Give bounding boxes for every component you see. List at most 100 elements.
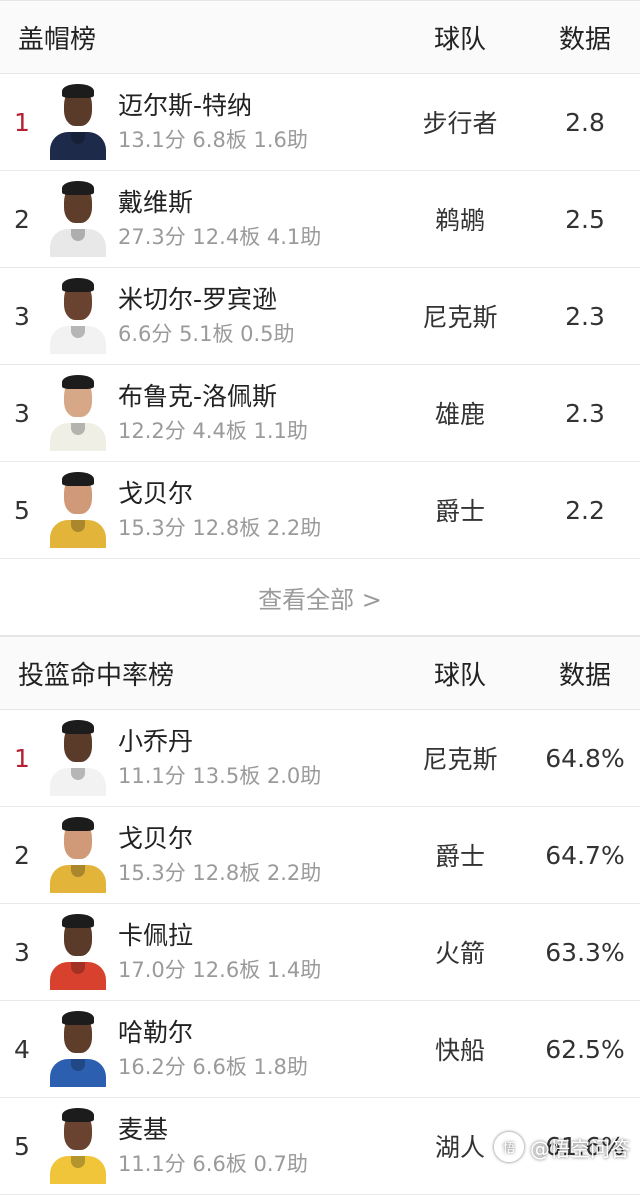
player-team: 尼克斯 (390, 740, 530, 776)
jersey-shape (50, 132, 106, 160)
player-team: 鹈鹕 (390, 201, 530, 237)
hair-shape (62, 914, 94, 928)
player-stat-value: 2.5 (530, 205, 640, 234)
player-team: 快船 (390, 1031, 530, 1067)
hair-shape (62, 1011, 94, 1025)
player-info: 卡佩拉17.0分 12.6板 1.4助 (118, 918, 390, 986)
hair-shape (62, 472, 94, 486)
player-stat-value: 2.3 (530, 302, 640, 331)
player-stat-value: 2.8 (530, 108, 640, 137)
player-row[interactable]: 4哈勒尔16.2分 6.6板 1.8助快船62.5% (0, 1001, 640, 1098)
fg-list: 1 小乔丹11.1分 13.5板 2.0助尼克斯64.8% 2 戈贝尔15.3分 12… (0, 710, 640, 1195)
player-statline: 15.3分 12.8板 2.2助 (118, 857, 390, 889)
stat-column-header: 数据 (530, 655, 640, 692)
player-statline: 12.2分 4.4板 1.1助 (118, 415, 390, 447)
hair-shape (62, 375, 94, 389)
player-stat-value: 2.3 (530, 399, 640, 428)
jersey-shape (50, 865, 106, 893)
player-info: 米切尔-罗宾逊6.6分 5.1板 0.5助 (118, 282, 390, 350)
jersey-shape (50, 423, 106, 451)
player-name: 布鲁克-洛佩斯 (118, 379, 390, 415)
player-name: 麦基 (118, 1112, 390, 1148)
jersey-shape (50, 1156, 106, 1184)
player-info: 小乔丹11.1分 13.5板 2.0助 (118, 724, 390, 792)
jersey-shape (50, 1059, 106, 1087)
player-team: 爵士 (390, 837, 530, 873)
watermark-text: @悟空问答 (530, 1133, 630, 1162)
rank-number: 3 (0, 399, 50, 428)
player-row[interactable]: 1 小乔丹11.1分 13.5板 2.0助尼克斯64.8% (0, 710, 640, 807)
hair-shape (62, 720, 94, 734)
hair-shape (62, 84, 94, 98)
player-avatar (50, 375, 106, 451)
player-info: 戈贝尔15.3分 12.8板 2.2助 (118, 476, 390, 544)
player-row[interactable]: 3 布鲁克-洛佩斯12.2分 4.4板 1.1助雄鹿2.3 (0, 365, 640, 462)
player-stat-value: 64.8% (530, 744, 640, 773)
player-row[interactable]: 5戈贝尔15.3分 12.8板 2.2助爵士2.2 (0, 462, 640, 559)
player-avatar (50, 817, 106, 893)
fg-title: 投篮命中率榜 (18, 655, 390, 692)
player-name: 戴维斯 (118, 185, 390, 221)
player-statline: 16.2分 6.6板 1.8助 (118, 1051, 390, 1083)
jersey-shape (50, 768, 106, 796)
player-row[interactable]: 2 戴维斯27.3分 12.4板 4.1助鹈鹕2.5 (0, 171, 640, 268)
team-column-header: 球队 (390, 19, 530, 56)
jersey-shape (50, 229, 106, 257)
player-row[interactable]: 3卡佩拉17.0分 12.6板 1.4助火箭63.3% (0, 904, 640, 1001)
player-stat-value: 64.7% (530, 841, 640, 870)
rank-number: 1 (0, 744, 50, 773)
rank-number: 2 (0, 841, 50, 870)
wukong-logo-icon: 悟 (494, 1132, 524, 1162)
watermark: 悟 @悟空问答 (494, 1132, 630, 1162)
stat-column-header: 数据 (530, 19, 640, 56)
player-statline: 11.1分 6.6板 0.7助 (118, 1148, 390, 1180)
player-team: 爵士 (390, 492, 530, 528)
player-avatar (50, 84, 106, 160)
player-statline: 6.6分 5.1板 0.5助 (118, 318, 390, 350)
player-name: 戈贝尔 (118, 821, 390, 857)
team-column-header: 球队 (390, 655, 530, 692)
player-row[interactable]: 2 戈贝尔15.3分 12.8板 2.2助爵士64.7% (0, 807, 640, 904)
player-statline: 15.3分 12.8板 2.2助 (118, 512, 390, 544)
fg-header: 投篮命中率榜 球队 数据 (0, 636, 640, 710)
blocks-list: 1 迈尔斯-特纳13.1分 6.8板 1.6助步行者2.8 2 戴维斯27.3分 12… (0, 74, 640, 559)
player-team: 雄鹿 (390, 395, 530, 431)
player-info: 迈尔斯-特纳13.1分 6.8板 1.6助 (118, 88, 390, 156)
player-statline: 17.0分 12.6板 1.4助 (118, 954, 390, 986)
hair-shape (62, 1108, 94, 1122)
player-team: 步行者 (390, 104, 530, 140)
player-row[interactable]: 1 迈尔斯-特纳13.1分 6.8板 1.6助步行者2.8 (0, 74, 640, 171)
rank-number: 3 (0, 938, 50, 967)
hair-shape (62, 278, 94, 292)
player-avatar (50, 1011, 106, 1087)
rank-number: 1 (0, 108, 50, 137)
player-avatar (50, 914, 106, 990)
player-info: 布鲁克-洛佩斯12.2分 4.4板 1.1助 (118, 379, 390, 447)
fg-leaderboard: 投篮命中率榜 球队 数据 1 小乔丹11.1分 13.5板 2.0助尼克斯64.8… (0, 636, 640, 1195)
player-name: 迈尔斯-特纳 (118, 88, 390, 124)
player-name: 戈贝尔 (118, 476, 390, 512)
player-avatar (50, 278, 106, 354)
player-statline: 13.1分 6.8板 1.6助 (118, 124, 390, 156)
player-name: 米切尔-罗宾逊 (118, 282, 390, 318)
player-statline: 27.3分 12.4板 4.1助 (118, 221, 390, 253)
player-team: 尼克斯 (390, 298, 530, 334)
player-row[interactable]: 3 米切尔-罗宾逊6.6分 5.1板 0.5助尼克斯2.3 (0, 268, 640, 365)
hair-shape (62, 817, 94, 831)
player-name: 卡佩拉 (118, 918, 390, 954)
rank-number: 5 (0, 496, 50, 525)
rank-number: 3 (0, 302, 50, 331)
player-statline: 11.1分 13.5板 2.0助 (118, 760, 390, 792)
player-avatar (50, 720, 106, 796)
blocks-header: 盖帽榜 球队 数据 (0, 0, 640, 74)
player-stat-value: 62.5% (530, 1035, 640, 1064)
player-info: 麦基11.1分 6.6板 0.7助 (118, 1112, 390, 1180)
view-all-link[interactable]: 查看全部 > (0, 559, 640, 636)
hair-shape (62, 181, 94, 195)
rank-number: 2 (0, 205, 50, 234)
player-info: 戴维斯27.3分 12.4板 4.1助 (118, 185, 390, 253)
player-avatar (50, 1108, 106, 1184)
player-avatar (50, 472, 106, 548)
player-info: 哈勒尔16.2分 6.6板 1.8助 (118, 1015, 390, 1083)
blocks-leaderboard: 盖帽榜 球队 数据 1 迈尔斯-特纳13.1分 6.8板 1.6助步行者2.8 2 戴… (0, 0, 640, 636)
